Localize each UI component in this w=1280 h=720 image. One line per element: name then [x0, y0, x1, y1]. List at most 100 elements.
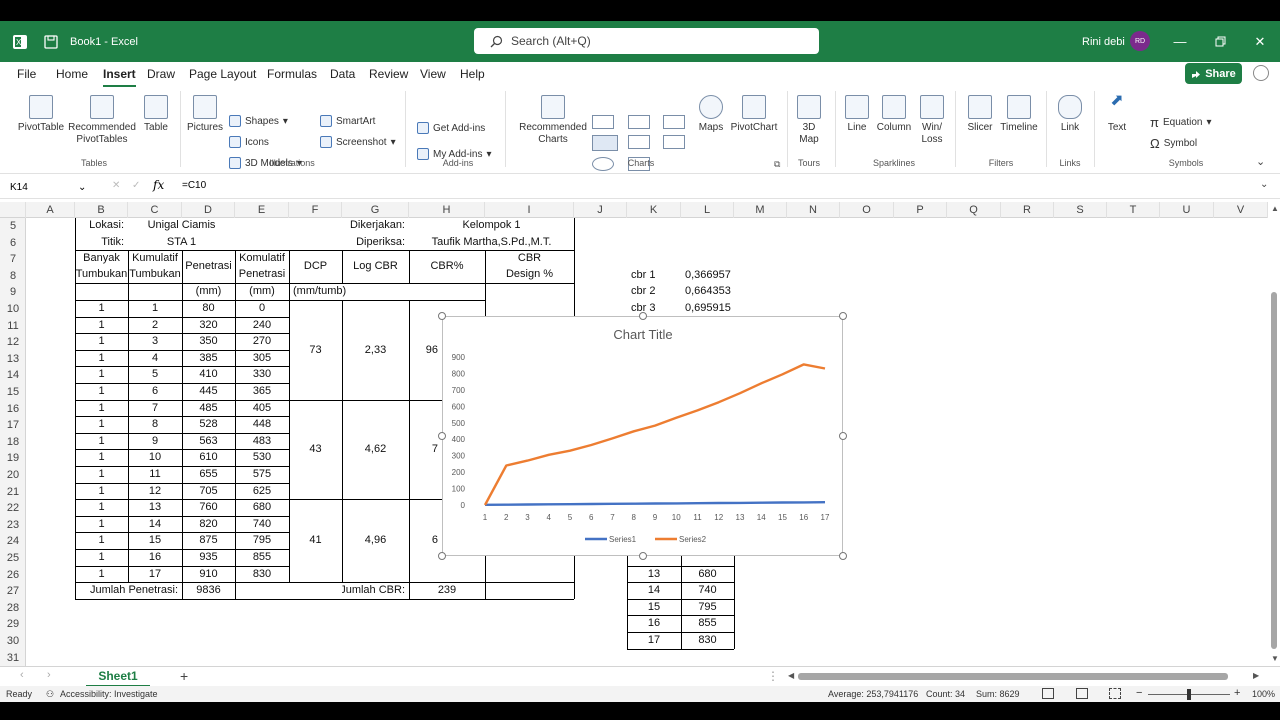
table-cell-komulatif-penetrasi[interactable]: 0 — [235, 300, 289, 316]
page-break-view-icon[interactable] — [1109, 688, 1121, 699]
chart-resize-handle[interactable] — [839, 432, 847, 440]
row-header-17[interactable]: 17 — [0, 417, 26, 433]
group-dcp[interactable]: 73 — [289, 342, 342, 358]
table-cell-penetrasi[interactable]: 485 — [182, 400, 235, 416]
side-table-value[interactable]: 855 — [681, 615, 734, 631]
row-header-22[interactable]: 22 — [0, 500, 26, 516]
jumlah-penetrasi-value[interactable]: 9836 — [182, 582, 235, 598]
dikerjakan-value[interactable]: Kelompok 1 — [409, 218, 574, 233]
cancel-icon[interactable]: ✕ — [112, 180, 120, 191]
combo-chart-icon[interactable] — [663, 135, 685, 149]
side-cbr-value[interactable]: 0,366957 — [681, 267, 734, 283]
side-cbr-value[interactable]: 0,664353 — [681, 283, 734, 299]
row-header-23[interactable]: 23 — [0, 517, 26, 533]
tab-home[interactable]: Home — [56, 67, 88, 81]
table-cell-banyak[interactable]: 1 — [75, 416, 128, 432]
row-header-27[interactable]: 27 — [0, 583, 26, 599]
chart-resize-handle[interactable] — [438, 552, 446, 560]
table-cell-kumulatif[interactable]: 8 — [128, 416, 182, 432]
table-cell-komulatif-penetrasi[interactable]: 625 — [235, 483, 289, 499]
text-button[interactable]: ⬈ Text — [1102, 93, 1132, 134]
side-table-value[interactable]: 795 — [681, 599, 734, 615]
row-header-18[interactable]: 18 — [0, 434, 26, 450]
column-header-h[interactable]: H — [409, 202, 485, 218]
scroll-left-icon[interactable]: ◀ — [788, 671, 794, 680]
column-header-p[interactable]: P — [894, 202, 947, 218]
symbol-button[interactable]: Ω Symbol — [1150, 136, 1197, 151]
sparkline-line-button[interactable]: Line — [842, 95, 872, 134]
table-cell-penetrasi[interactable]: 385 — [182, 350, 235, 366]
header-kumulatif-line2[interactable]: Tumbukan — [128, 266, 182, 282]
table-cell-kumulatif[interactable]: 15 — [128, 532, 182, 548]
sparkline-column-button[interactable]: Column — [875, 95, 913, 134]
tab-data[interactable]: Data — [330, 67, 355, 81]
row-header-10[interactable]: 10 — [0, 301, 26, 317]
dikerjakan-label[interactable]: Dikerjakan: — [342, 218, 409, 233]
pictures-button[interactable]: Pictures — [185, 95, 225, 134]
jumlah-cbr-label[interactable]: Jumlah CBR: — [342, 582, 409, 598]
table-cell-komulatif-penetrasi[interactable]: 483 — [235, 433, 289, 449]
vertical-scrollbar[interactable]: ▲ ▼ — [1268, 202, 1280, 666]
table-cell-banyak[interactable]: 1 — [75, 532, 128, 548]
table-cell-banyak[interactable]: 1 — [75, 566, 128, 582]
titik-label[interactable]: Titik: — [75, 234, 128, 250]
recommended-charts-button[interactable]: Recommended Charts — [515, 95, 591, 146]
name-box[interactable]: K14 ⌄ — [0, 178, 90, 196]
table-cell-kumulatif[interactable]: 12 — [128, 483, 182, 499]
table-cell-penetrasi[interactable]: 320 — [182, 317, 235, 333]
header-dcp[interactable]: DCP — [289, 258, 342, 274]
avatar[interactable]: RD — [1130, 31, 1150, 51]
group-cbr-percent[interactable]: 96 — [409, 342, 442, 358]
equation-button[interactable]: π Equation ▾ — [1150, 115, 1212, 130]
row-header-12[interactable]: 12 — [0, 334, 26, 350]
vertical-scroll-thumb[interactable] — [1271, 292, 1277, 649]
table-cell-komulatif-penetrasi[interactable]: 240 — [235, 317, 289, 333]
scroll-up-icon[interactable]: ▲ — [1271, 204, 1279, 213]
jumlah-penetrasi-label[interactable]: Jumlah Penetrasi: — [75, 582, 182, 598]
waterfall-chart-icon[interactable] — [663, 115, 685, 129]
column-header-v[interactable]: V — [1214, 202, 1268, 218]
tab-view[interactable]: View — [420, 67, 446, 81]
prev-sheet-icon[interactable]: ‹ — [20, 669, 24, 681]
table-cell-kumulatif[interactable]: 2 — [128, 317, 182, 333]
slicer-button[interactable]: Slicer — [963, 95, 997, 134]
side-table-index[interactable]: 17 — [627, 632, 681, 648]
table-cell-banyak[interactable]: 1 — [75, 449, 128, 465]
chart-resize-handle[interactable] — [438, 312, 446, 320]
table-cell-penetrasi[interactable]: 80 — [182, 300, 235, 316]
table-cell-penetrasi[interactable]: 350 — [182, 333, 235, 349]
tab-formulas[interactable]: Formulas — [267, 67, 317, 81]
table-cell-penetrasi[interactable]: 705 — [182, 483, 235, 499]
side-cbr-label[interactable]: cbr 3 — [627, 300, 681, 316]
column-header-s[interactable]: S — [1054, 202, 1107, 218]
table-cell-penetrasi[interactable]: 820 — [182, 516, 235, 532]
tab-draw[interactable]: Draw — [147, 67, 175, 81]
table-cell-banyak[interactable]: 1 — [75, 466, 128, 482]
header-komulatif-penetrasi-line1[interactable]: Komulatif — [235, 250, 289, 266]
restore-icon[interactable] — [1200, 21, 1240, 62]
table-cell-komulatif-penetrasi[interactable]: 530 — [235, 449, 289, 465]
close-icon[interactable]: ✕ — [1240, 21, 1280, 62]
side-table-index[interactable]: 16 — [627, 615, 681, 631]
row-header-16[interactable]: 16 — [0, 401, 26, 417]
column-header-j[interactable]: J — [574, 202, 627, 218]
zoom-slider-thumb[interactable] — [1187, 689, 1191, 700]
maps-button[interactable]: Maps — [697, 95, 725, 134]
table-cell-kumulatif[interactable]: 7 — [128, 400, 182, 416]
scroll-down-icon[interactable]: ▼ — [1271, 654, 1279, 663]
row-header-6[interactable]: 6 — [0, 235, 26, 251]
formula-input[interactable]: =C10 — [182, 180, 206, 191]
column-header-t[interactable]: T — [1107, 202, 1160, 218]
get-addins-button[interactable]: Get Add-ins — [417, 122, 485, 134]
column-header-k[interactable]: K — [627, 202, 681, 218]
table-cell-penetrasi[interactable]: 935 — [182, 549, 235, 565]
line-chart[interactable]: Chart Title 900 800 700 600 500 400 300 200 100 0 1… — [442, 316, 843, 556]
table-cell-kumulatif[interactable]: 10 — [128, 449, 182, 465]
table-cell-kumulatif[interactable]: 14 — [128, 516, 182, 532]
smartart-button[interactable]: SmartArt — [320, 115, 375, 127]
sparkline-winloss-button[interactable]: Win/ Loss — [916, 95, 948, 146]
status-sum[interactable]: Sum: 8629 — [976, 689, 1020, 699]
row-header-30[interactable]: 30 — [0, 633, 26, 649]
search-box[interactable]: Search (Alt+Q) — [474, 28, 819, 54]
column-header-u[interactable]: U — [1160, 202, 1214, 218]
